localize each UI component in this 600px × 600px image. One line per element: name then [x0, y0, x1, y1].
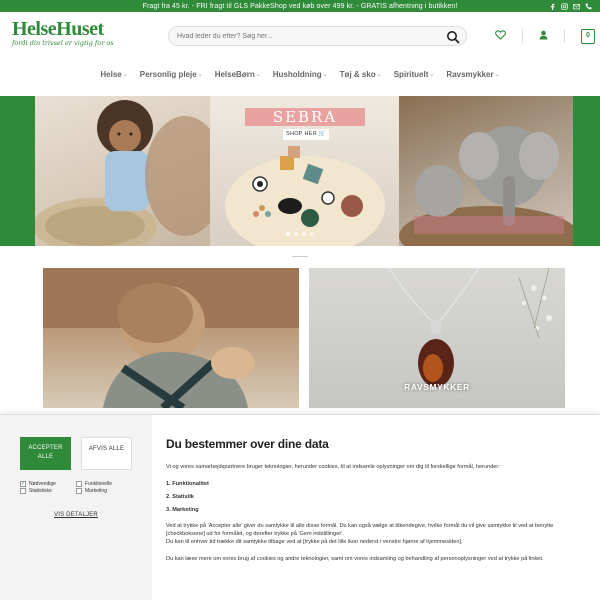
cookie-text-panel: Du bestemmer over dine data Vi og vores … — [152, 415, 600, 600]
category-tile-children[interactable] — [43, 268, 299, 408]
hero-slide: SEBRA SHOP HER 🛒 — [35, 96, 573, 246]
checkbox-statistics-label: Statistiske — [29, 488, 52, 494]
account-user-icon[interactable] — [539, 27, 548, 45]
cart-button[interactable]: 0 — [581, 28, 595, 44]
nav-item-personlig-pleje[interactable]: Personlig pleje ⌄ — [134, 64, 209, 84]
nav-label: Husholdning — [272, 69, 322, 79]
nav-item-helseborn[interactable]: HelseBørn ⌄ — [209, 64, 267, 84]
chevron-down-icon: ⌄ — [197, 71, 203, 78]
chevron-down-icon: ⌄ — [429, 71, 435, 78]
cookie-title: Du bestemmer over dine data — [166, 437, 329, 451]
consent-checkbox-marketing[interactable]: Marketing — [76, 488, 107, 494]
cookie-read-more: Du kan læse mere om vores brug af cookie… — [166, 556, 544, 562]
wishlist-heart-icon[interactable] — [495, 27, 506, 45]
hero-slider[interactable]: SEBRA SHOP HER 🛒 — [0, 96, 600, 246]
category-tile-ravsmykker[interactable]: RAVSMYKKER — [309, 268, 565, 408]
nav-label: Personlig pleje — [139, 69, 197, 79]
slider-dot-3[interactable] — [302, 232, 306, 236]
checkbox-necessary: ✓ — [20, 481, 26, 487]
hero-image-doll — [35, 96, 210, 246]
show-details-link[interactable]: VIS DETALJER — [54, 512, 98, 518]
main-navigation: Helse ⌄ Personlig pleje ⌄ HelseBørn ⌄ Husho… — [0, 64, 600, 84]
cookie-consent-banner: ACCEPTER ALLE AFVIS ALLE ✓ Nødvendige St… — [0, 414, 600, 600]
nav-label: HelseBørn — [214, 69, 255, 79]
tile-label: RAVSMYKKER — [404, 382, 470, 392]
search-icon[interactable] — [446, 30, 460, 44]
cart-icon: 🛒 — [318, 131, 326, 137]
site-header: HelseHuset fordi din trivsel er vigtig f… — [0, 12, 600, 60]
checkbox-marketing[interactable] — [76, 488, 82, 494]
nav-item-helse[interactable]: Helse ⌄ — [94, 64, 133, 84]
logo-tagline: fordi din trivsel er vigtig for os — [12, 39, 114, 47]
consent-checkbox-functional[interactable]: Funktionelle — [76, 481, 112, 487]
hero-image-sebra-toy: SEBRA SHOP HER 🛒 — [210, 96, 399, 246]
nav-label: Helse — [100, 69, 122, 79]
cart-count: 0 — [586, 31, 590, 39]
cookie-para-1: Ved at trykke på 'Accepter alle' giver d… — [166, 523, 554, 537]
header-icons: 0 — [495, 26, 595, 46]
chevron-down-icon: ⌄ — [255, 71, 261, 78]
instagram-icon[interactable] — [561, 2, 568, 10]
checkbox-statistics[interactable] — [20, 488, 26, 494]
slider-dots — [286, 232, 314, 236]
chevron-down-icon: ⌄ — [322, 71, 328, 78]
consent-checkbox-statistics[interactable]: Statistiske — [20, 488, 52, 494]
shipping-promo-text: Fragt fra 45 kr. - FRI fragt til GLS Pak… — [142, 2, 458, 10]
nav-item-spirituelt[interactable]: Spirituelt ⌄ — [388, 64, 441, 84]
cookie-intro: Vi og vores samarbejdspartnere bruger te… — [166, 464, 500, 470]
header-separator — [522, 29, 523, 43]
section-divider — [292, 256, 308, 257]
logo-text: HelseHuset — [12, 18, 104, 40]
decline-all-button[interactable]: AFVIS ALLE — [81, 437, 132, 470]
checkbox-functional[interactable] — [76, 481, 82, 487]
mail-icon[interactable] — [573, 3, 580, 10]
purpose-item-statistics: 2. Statistik — [166, 494, 194, 500]
accept-all-button[interactable]: ACCEPTER ALLE — [20, 437, 71, 470]
checkbox-marketing-label: Marketing — [85, 488, 107, 494]
hero-title: SEBRA — [245, 108, 365, 126]
slider-dot-2[interactable] — [294, 232, 298, 236]
site-logo[interactable]: HelseHuset fordi din trivsel er vigtig f… — [12, 18, 114, 47]
shop-here-button[interactable]: SHOP HER 🛒 — [283, 129, 329, 140]
nav-item-toj-sko[interactable]: Tøj & sko ⌄ — [334, 64, 388, 84]
purpose-item-marketing: 3. Marketing — [166, 507, 199, 513]
social-links — [549, 0, 592, 12]
nav-label: Ravsmykker — [446, 69, 494, 79]
chevron-down-icon: ⌄ — [494, 71, 500, 78]
search-bar — [168, 26, 467, 46]
chevron-down-icon: ⌄ — [122, 71, 128, 78]
slider-dot-1[interactable] — [286, 232, 290, 236]
hero-image-elephants — [399, 96, 573, 246]
facebook-icon[interactable] — [549, 3, 556, 10]
top-announcement-bar: Fragt fra 45 kr. - FRI fragt til GLS Pak… — [0, 0, 600, 12]
nav-label: Spirituelt — [393, 69, 429, 79]
header-separator — [564, 29, 565, 43]
nav-item-husholdning[interactable]: Husholdning ⌄ — [267, 64, 334, 84]
nav-item-ravsmykker[interactable]: Ravsmykker ⌄ — [440, 64, 505, 84]
nav-label: Tøj & sko — [339, 69, 376, 79]
search-input[interactable] — [177, 30, 437, 43]
cookie-para-2: Du kan til enhver tid trække dit samtykk… — [166, 539, 463, 545]
cookie-actions: ACCEPTER ALLE AFVIS ALLE ✓ Nødvendige St… — [0, 415, 152, 600]
cookie-consent-paragraph: Ved at trykke på 'Accepter alle' giver d… — [166, 522, 586, 546]
purpose-item-functionality: 1. Funktionalitet — [166, 481, 209, 487]
checkbox-functional-label: Funktionelle — [85, 481, 112, 487]
checkbox-necessary-label: Nødvendige — [29, 481, 56, 487]
consent-checkbox-group-left: ✓ Nødvendige — [20, 481, 56, 487]
phone-icon[interactable] — [585, 3, 592, 10]
slider-dot-4[interactable] — [310, 232, 314, 236]
chevron-down-icon: ⌄ — [376, 71, 382, 78]
shop-here-label: SHOP HER — [285, 131, 318, 137]
